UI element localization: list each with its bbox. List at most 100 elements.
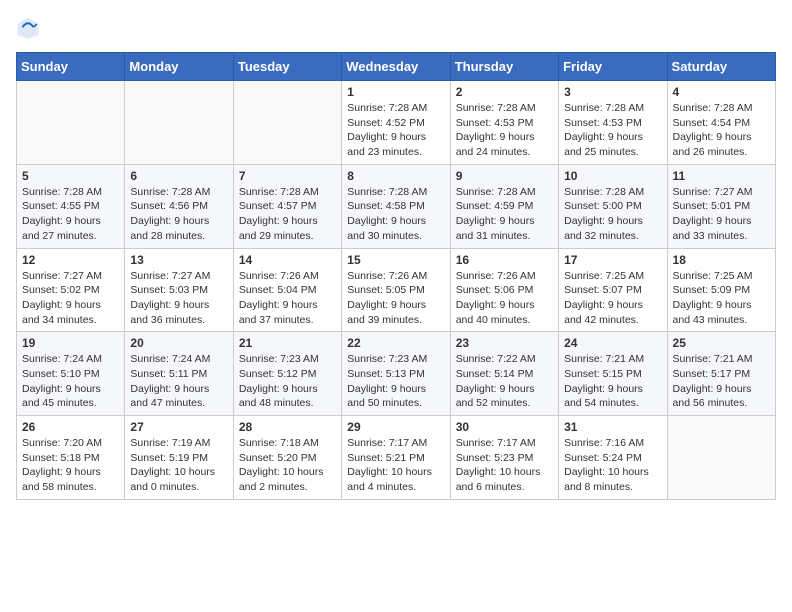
calendar-cell: 26 Sunrise: 7:20 AM Sunset: 5:18 PM Dayli… [17,416,125,500]
day-number: 20 [130,336,227,350]
calendar-cell: 31 Sunrise: 7:16 AM Sunset: 5:24 PM Dayli… [559,416,667,500]
day-info: Sunrise: 7:27 AM Sunset: 5:01 PM Dayligh… [673,185,770,244]
calendar-cell: 2 Sunrise: 7:28 AM Sunset: 4:53 PM Daylig… [450,81,558,165]
day-number: 30 [456,420,553,434]
day-number: 12 [22,253,119,267]
calendar-cell: 5 Sunrise: 7:28 AM Sunset: 4:55 PM Daylig… [17,164,125,248]
calendar-table: SundayMondayTuesdayWednesdayThursdayFrid… [16,52,776,500]
day-number: 29 [347,420,444,434]
calendar-cell: 24 Sunrise: 7:21 AM Sunset: 5:15 PM Dayli… [559,332,667,416]
day-number: 1 [347,85,444,99]
day-number: 25 [673,336,770,350]
calendar-week-row: 5 Sunrise: 7:28 AM Sunset: 4:55 PM Daylig… [17,164,776,248]
day-number: 28 [239,420,336,434]
day-of-week-header: Thursday [450,53,558,81]
day-info: Sunrise: 7:27 AM Sunset: 5:02 PM Dayligh… [22,269,119,328]
day-number: 16 [456,253,553,267]
calendar-cell: 22Sunrise: 7:23 AM Sunset: 5:13 PM Dayli… [342,332,450,416]
day-info: Sunrise: 7:19 AM Sunset: 5:19 PM Dayligh… [130,436,227,495]
logo [16,16,44,40]
page-header [16,16,776,40]
day-number: 14 [239,253,336,267]
day-info: Sunrise: 7:26 AM Sunset: 5:06 PM Dayligh… [456,269,553,328]
day-info: Sunrise: 7:28 AM Sunset: 4:58 PM Dayligh… [347,185,444,244]
day-info: Sunrise: 7:22 AM Sunset: 5:14 PM Dayligh… [456,352,553,411]
day-info: Sunrise: 7:23 AM Sunset: 5:12 PM Dayligh… [239,352,336,411]
day-number: 18 [673,253,770,267]
day-info: Sunrise: 7:27 AM Sunset: 5:03 PM Dayligh… [130,269,227,328]
day-of-week-header: Sunday [17,53,125,81]
calendar-cell: 27 Sunrise: 7:19 AM Sunset: 5:19 PM Dayli… [125,416,233,500]
day-info: Sunrise: 7:28 AM Sunset: 4:56 PM Dayligh… [130,185,227,244]
calendar-cell: 10 Sunrise: 7:28 AM Sunset: 5:00 PM Dayli… [559,164,667,248]
calendar-cell: 18Sunrise: 7:25 AM Sunset: 5:09 PM Dayli… [667,248,775,332]
calendar-cell [667,416,775,500]
day-info: Sunrise: 7:28 AM Sunset: 4:57 PM Dayligh… [239,185,336,244]
calendar-cell: 11 Sunrise: 7:27 AM Sunset: 5:01 PM Dayli… [667,164,775,248]
calendar-cell: 28Sunrise: 7:18 AM Sunset: 5:20 PM Dayli… [233,416,341,500]
day-number: 17 [564,253,661,267]
calendar-week-row: 19Sunrise: 7:24 AM Sunset: 5:10 PM Dayli… [17,332,776,416]
calendar-cell: 9 Sunrise: 7:28 AM Sunset: 4:59 PM Daylig… [450,164,558,248]
calendar-cell [125,81,233,165]
calendar-cell: 19Sunrise: 7:24 AM Sunset: 5:10 PM Dayli… [17,332,125,416]
calendar-week-row: 1Sunrise: 7:28 AM Sunset: 4:52 PM Daylig… [17,81,776,165]
day-info: Sunrise: 7:24 AM Sunset: 5:11 PM Dayligh… [130,352,227,411]
day-number: 6 [130,169,227,183]
day-of-week-header: Friday [559,53,667,81]
calendar-cell: 20 Sunrise: 7:24 AM Sunset: 5:11 PM Dayli… [125,332,233,416]
day-info: Sunrise: 7:16 AM Sunset: 5:24 PM Dayligh… [564,436,661,495]
day-info: Sunrise: 7:28 AM Sunset: 4:53 PM Dayligh… [564,101,661,160]
day-number: 11 [673,169,770,183]
day-info: Sunrise: 7:28 AM Sunset: 4:59 PM Dayligh… [456,185,553,244]
day-of-week-header: Wednesday [342,53,450,81]
calendar-cell [17,81,125,165]
logo-icon [16,16,40,40]
calendar-cell: 15 Sunrise: 7:26 AM Sunset: 5:05 PM Dayli… [342,248,450,332]
calendar-week-row: 26 Sunrise: 7:20 AM Sunset: 5:18 PM Dayli… [17,416,776,500]
day-number: 31 [564,420,661,434]
calendar-cell: 1Sunrise: 7:28 AM Sunset: 4:52 PM Daylig… [342,81,450,165]
day-number: 24 [564,336,661,350]
calendar-cell: 3Sunrise: 7:28 AM Sunset: 4:53 PM Daylig… [559,81,667,165]
calendar-cell [233,81,341,165]
calendar-cell: 30 Sunrise: 7:17 AM Sunset: 5:23 PM Dayli… [450,416,558,500]
day-info: Sunrise: 7:25 AM Sunset: 5:07 PM Dayligh… [564,269,661,328]
day-number: 2 [456,85,553,99]
calendar-cell: 6 Sunrise: 7:28 AM Sunset: 4:56 PM Daylig… [125,164,233,248]
day-info: Sunrise: 7:28 AM Sunset: 5:00 PM Dayligh… [564,185,661,244]
day-number: 13 [130,253,227,267]
day-info: Sunrise: 7:21 AM Sunset: 5:17 PM Dayligh… [673,352,770,411]
day-number: 9 [456,169,553,183]
calendar-cell: 21 Sunrise: 7:23 AM Sunset: 5:12 PM Dayli… [233,332,341,416]
day-number: 10 [564,169,661,183]
calendar-cell: 25 Sunrise: 7:21 AM Sunset: 5:17 PM Dayli… [667,332,775,416]
day-number: 27 [130,420,227,434]
day-info: Sunrise: 7:21 AM Sunset: 5:15 PM Dayligh… [564,352,661,411]
day-of-week-header: Monday [125,53,233,81]
day-number: 21 [239,336,336,350]
day-number: 15 [347,253,444,267]
day-info: Sunrise: 7:17 AM Sunset: 5:21 PM Dayligh… [347,436,444,495]
calendar-cell: 17 Sunrise: 7:25 AM Sunset: 5:07 PM Dayli… [559,248,667,332]
day-info: Sunrise: 7:28 AM Sunset: 4:55 PM Dayligh… [22,185,119,244]
day-info: Sunrise: 7:20 AM Sunset: 5:18 PM Dayligh… [22,436,119,495]
calendar-header-row: SundayMondayTuesdayWednesdayThursdayFrid… [17,53,776,81]
day-number: 8 [347,169,444,183]
day-info: Sunrise: 7:23 AM Sunset: 5:13 PM Dayligh… [347,352,444,411]
day-info: Sunrise: 7:17 AM Sunset: 5:23 PM Dayligh… [456,436,553,495]
day-info: Sunrise: 7:24 AM Sunset: 5:10 PM Dayligh… [22,352,119,411]
calendar-cell: 13 Sunrise: 7:27 AM Sunset: 5:03 PM Dayli… [125,248,233,332]
day-info: Sunrise: 7:28 AM Sunset: 4:54 PM Dayligh… [673,101,770,160]
calendar-cell: 8 Sunrise: 7:28 AM Sunset: 4:58 PM Daylig… [342,164,450,248]
calendar-cell: 23 Sunrise: 7:22 AM Sunset: 5:14 PM Dayli… [450,332,558,416]
day-number: 7 [239,169,336,183]
day-of-week-header: Saturday [667,53,775,81]
day-number: 26 [22,420,119,434]
day-info: Sunrise: 7:28 AM Sunset: 4:53 PM Dayligh… [456,101,553,160]
day-number: 23 [456,336,553,350]
day-number: 5 [22,169,119,183]
calendar-cell: 7 Sunrise: 7:28 AM Sunset: 4:57 PM Daylig… [233,164,341,248]
calendar-cell: 14Sunrise: 7:26 AM Sunset: 5:04 PM Dayli… [233,248,341,332]
day-info: Sunrise: 7:26 AM Sunset: 5:05 PM Dayligh… [347,269,444,328]
